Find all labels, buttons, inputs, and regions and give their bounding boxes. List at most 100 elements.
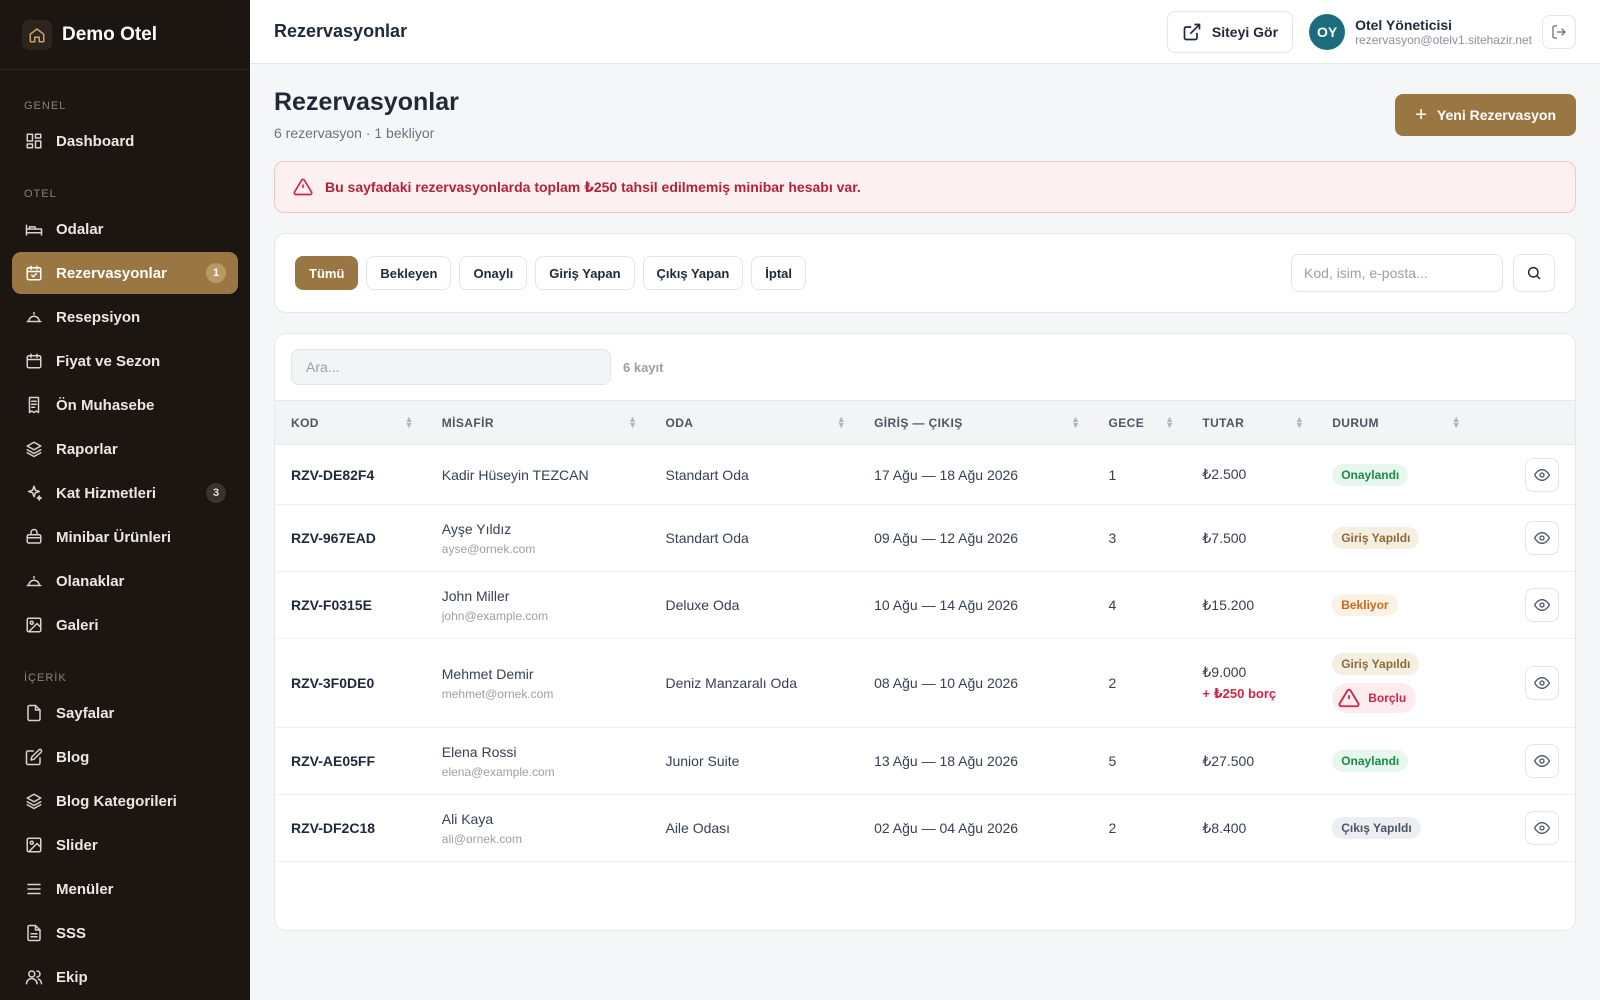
column-header-gi-ri-s-cikis[interactable]: GİRİŞ — ÇIKIŞ ▲ ▼ (858, 400, 1093, 445)
sidebar-item-on-muhasebe[interactable]: Ön Muhasebe (12, 384, 238, 426)
sidebar-item-label: Rezervasyonlar (56, 264, 167, 282)
sidebar-item-fiyat-ve-sezon[interactable]: Fiyat ve Sezon (12, 340, 238, 382)
sidebar-item-menuler[interactable]: Menüler (12, 868, 238, 910)
sidebar-item-galeri[interactable]: Galeri (12, 604, 238, 646)
guest-email: john@example.com (441, 608, 548, 623)
sidebar-item-ekip[interactable]: Ekip (12, 956, 238, 998)
table-row[interactable]: RZV-DF2C18 Ali Kaya ali@ornek.com Aile O… (275, 794, 1575, 862)
status-cell: Bekliyor (1316, 571, 1474, 639)
status-cell: Çıkış Yapıldı (1316, 794, 1474, 862)
sidebar-item-blog-kategorileri[interactable]: Blog Kategorileri (12, 780, 238, 822)
table-row[interactable]: RZV-AE05FF Elena Rossi elena@example.com… (275, 727, 1575, 795)
image-icon (24, 615, 44, 635)
column-label: KOD (291, 415, 319, 430)
sidebar: Demo Otel GENEL Dashboard OTEL Odalar Re… (0, 0, 250, 1000)
sidebar-item-minibar-urunleri[interactable]: Minibar Ürünleri (12, 516, 238, 558)
nights-cell: 4 (1092, 571, 1187, 639)
sidebar-item-blog[interactable]: Blog (12, 736, 238, 778)
layers-icon (24, 791, 44, 811)
sidebar-item-label: Slider (56, 836, 98, 854)
search-input[interactable] (1291, 254, 1503, 292)
reservations-table-card: 6 kayıt KOD▲▼MİSAFİR▲▼ODA▲▼GİRİŞ — ÇIKIŞ… (274, 333, 1576, 931)
amount: ₺15.200 (1202, 596, 1255, 613)
debt-amount: + ₺250 borç (1202, 686, 1277, 701)
column-header-kod[interactable]: KOD ▲ ▼ (275, 400, 426, 445)
warning-icon (1338, 687, 1368, 709)
room-cell: Deniz Manzaralı Oda (649, 638, 859, 728)
table-row[interactable]: RZV-DE82F4 Kadir Hüseyin TEZCAN Standart… (275, 444, 1575, 505)
eye-icon (1534, 820, 1550, 836)
sidebar-item-odalar[interactable]: Odalar (12, 208, 238, 250)
actions-cell (1473, 727, 1575, 795)
guest-name: Kadir Hüseyin TEZCAN (441, 466, 589, 483)
sidebar-item-raporlar[interactable]: Raporlar (12, 428, 238, 470)
table-row[interactable]: RZV-967EAD Ayşe Yıldız ayse@ornek.com St… (275, 504, 1575, 572)
view-reservation-button[interactable] (1525, 811, 1559, 845)
room-cell: Junior Suite (649, 727, 859, 795)
guest-cell: Mehmet Demir mehmet@ornek.com (425, 638, 650, 728)
column-header-mi-safi-r[interactable]: MİSAFİR ▲ ▼ (425, 400, 650, 445)
room-cell: Deluxe Oda (649, 571, 859, 639)
view-reservation-button[interactable] (1525, 744, 1559, 778)
table-row[interactable]: RZV-F0315E John Miller john@example.com … (275, 571, 1575, 639)
sidebar-item-label: Sayfalar (56, 704, 115, 722)
view-site-button[interactable]: Siteyi Gör (1166, 10, 1294, 53)
actions-cell (1473, 444, 1575, 505)
amount: ₺27.500 (1202, 752, 1255, 769)
view-reservation-button[interactable] (1525, 521, 1559, 555)
sidebar-item-slider[interactable]: Slider (12, 824, 238, 866)
reservation-code: RZV-F0315E (275, 571, 426, 639)
new-reservation-label: Yeni Rezervasyon (1436, 107, 1556, 123)
guest-cell: John Miller john@example.com (425, 571, 650, 639)
logout-button[interactable] (1542, 14, 1576, 49)
sidebar-item-label: Fiyat ve Sezon (56, 352, 161, 370)
table-row[interactable]: RZV-3F0DE0 Mehmet Demir mehmet@ornek.com… (275, 638, 1575, 728)
column-header-oda[interactable]: ODA ▲ ▼ (649, 400, 859, 445)
filter-chip-i-ptal[interactable]: İptal (751, 256, 807, 290)
sidebar-item-dashboard[interactable]: Dashboard (12, 120, 238, 162)
table-search-input[interactable] (291, 349, 611, 385)
column-label: GİRİŞ — ÇIKIŞ (874, 415, 963, 430)
column-header-tutar[interactable]: TUTAR ▲ ▼ (1186, 400, 1317, 445)
search-button[interactable] (1513, 254, 1555, 292)
column-label: ODA (665, 415, 694, 430)
sidebar-item-sss[interactable]: SSS (12, 912, 238, 954)
filter-chip-onayli[interactable]: Onaylı (459, 256, 528, 290)
filter-chip-cikis-yapan[interactable]: Çıkış Yapan (642, 256, 744, 290)
status-badge: Bekliyor (1332, 594, 1398, 616)
sidebar-item-sayfalar[interactable]: Sayfalar (12, 692, 238, 734)
sidebar-nav: GENEL Dashboard OTEL Odalar Rezervasyonl… (0, 100, 250, 998)
actions-cell (1473, 571, 1575, 639)
sidebar-item-label: Resepsiyon (56, 308, 141, 326)
nights-cell: 2 (1092, 794, 1187, 862)
brand[interactable]: Demo Otel (0, 0, 250, 70)
view-reservation-button[interactable] (1525, 666, 1559, 700)
sidebar-item-olanaklar[interactable]: Olanaklar (12, 560, 238, 602)
avatar[interactable]: OY (1309, 13, 1346, 50)
sidebar-item-label: Raporlar (56, 440, 118, 458)
sidebar-item-resepsiyon[interactable]: Resepsiyon (12, 296, 238, 338)
view-reservation-button[interactable] (1525, 457, 1559, 492)
filter-chip-tumu[interactable]: Tümü (295, 256, 359, 290)
filter-chip-bekleyen[interactable]: Bekleyen (366, 256, 452, 290)
sidebar-item-label: Blog Kategorileri (56, 792, 177, 810)
eye-icon (1534, 597, 1550, 613)
guest-name: Mehmet Demir (441, 665, 534, 682)
eye-icon (1534, 530, 1550, 546)
sidebar-item-label: Ön Muhasebe (56, 396, 155, 414)
guest-cell: Ayşe Yıldız ayse@ornek.com (425, 504, 650, 572)
sidebar-item-label: Menüler (56, 880, 114, 898)
column-header-gece[interactable]: GECE ▲ ▼ (1092, 400, 1187, 445)
amount-cell: ₺27.500 (1186, 727, 1317, 795)
minibar-alert: Bu sayfadaki rezervasyonlarda toplam ₺25… (274, 161, 1576, 213)
sidebar-item-label: Blog (56, 748, 90, 766)
new-reservation-button[interactable]: + Yeni Rezervasyon (1395, 94, 1576, 136)
status-cell: Giriş Yapıldı Borçlu (1316, 638, 1474, 728)
sidebar-item-rezervasyonlar[interactable]: Rezervasyonlar 1 (12, 252, 238, 294)
status-badge: Giriş Yapıldı (1332, 527, 1420, 549)
filter-chip-giris-yapan[interactable]: Giriş Yapan (535, 256, 635, 290)
column-header-durum[interactable]: DURUM ▲ ▼ (1316, 400, 1474, 445)
view-reservation-button[interactable] (1525, 588, 1559, 622)
reservation-code: RZV-3F0DE0 (275, 638, 426, 728)
sidebar-item-kat-hizmetleri[interactable]: Kat Hizmetleri 3 (12, 472, 238, 514)
